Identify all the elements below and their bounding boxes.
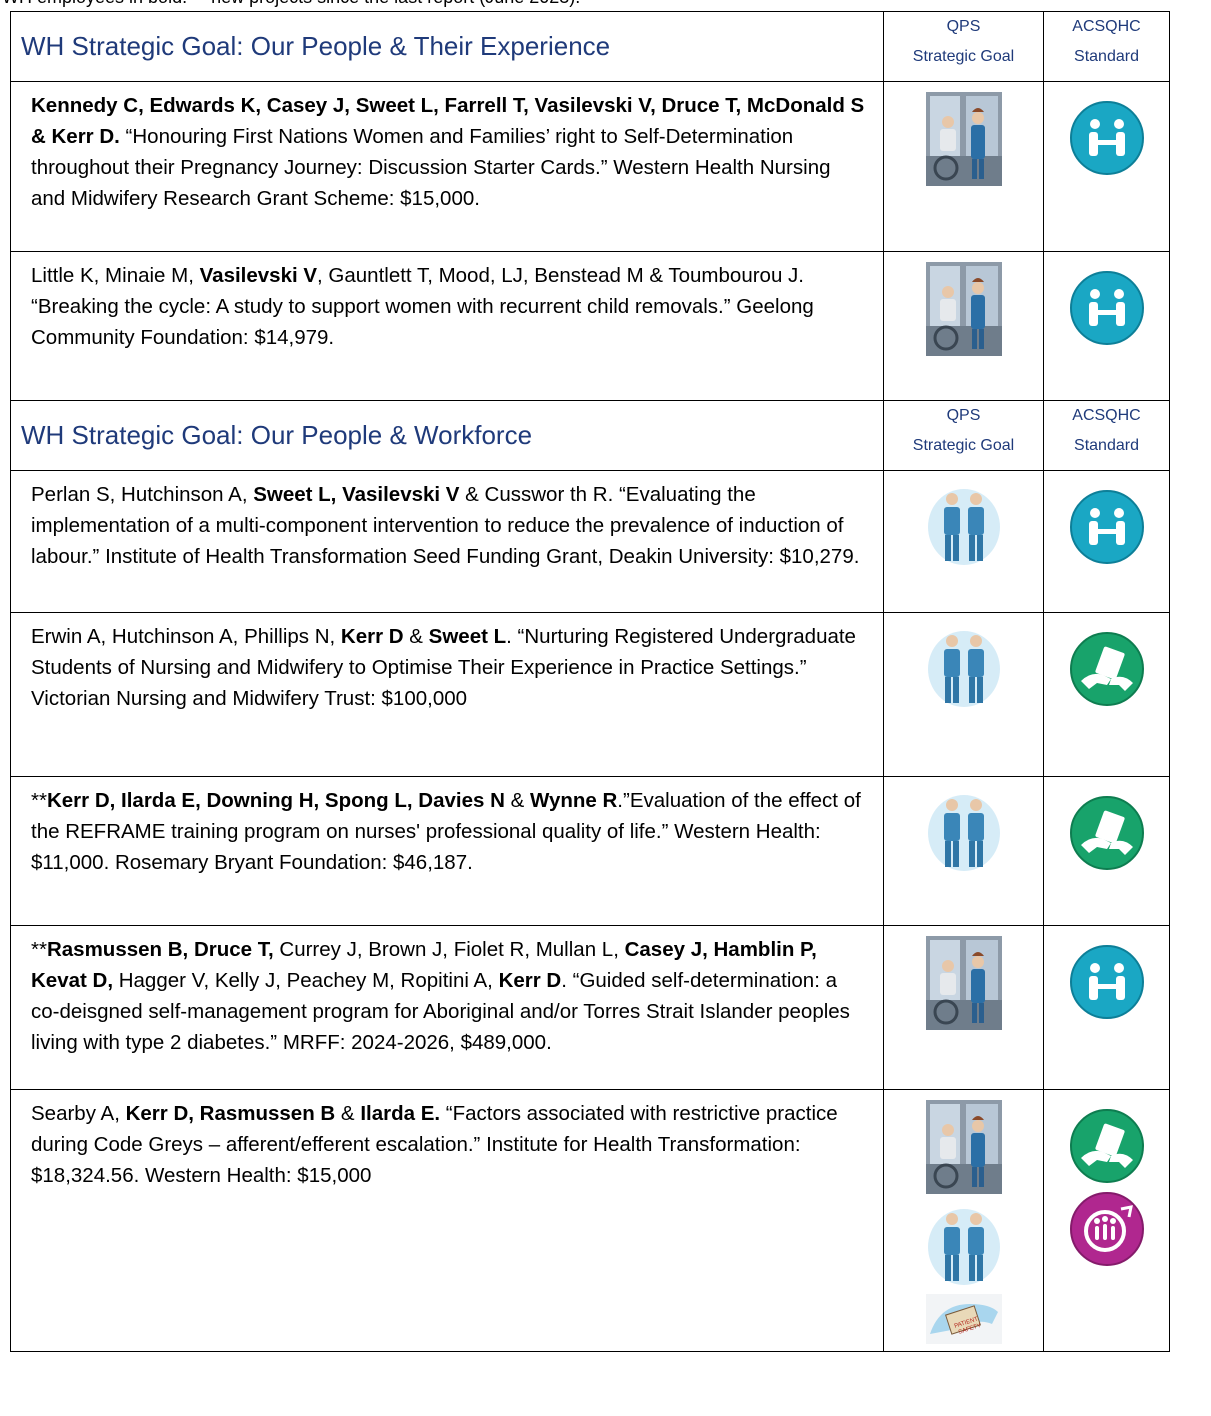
qps-goal-icons <box>883 470 1044 613</box>
qps-goal-icons <box>883 251 1044 401</box>
acsqhc-standard-icons <box>1043 470 1170 613</box>
acsqhc-standard-icons <box>1043 251 1170 401</box>
grant-row: **Kerr D, Ilarda E, Downing H, Spong L, … <box>10 776 1170 926</box>
grant-citation: **Kerr D, Ilarda E, Downing H, Spong L, … <box>10 776 884 926</box>
qps-goal-icons <box>883 81 1044 252</box>
acsqhc-standard-icons <box>1043 925 1170 1090</box>
strategic-goal-heading: WH Strategic Goal: Our People & Their Ex… <box>10 11 884 82</box>
grant-row: Kennedy C, Edwards K, Casey J, Sweet L, … <box>10 81 1170 252</box>
qps-goal-icons <box>883 776 1044 926</box>
patient-safety-glove-icon: PATIENT SAFETY <box>884 1294 1043 1349</box>
acsqhc-column-header: ACSQHC Standard <box>1043 11 1170 82</box>
grant-citation: Little K, Minaie M, Vasilevski V, Gauntl… <box>10 251 884 401</box>
qps-goal-icons <box>883 612 1044 777</box>
staff-icon <box>884 481 1043 572</box>
partnering-consumers-icon <box>1044 270 1169 351</box>
grant-citation: Kennedy C, Edwards K, Casey J, Sweet L, … <box>10 81 884 252</box>
intro-note: WH employees in bold. ** new projects si… <box>2 0 580 8</box>
grants-table: WH Strategic Goal: Our People & Their Ex… <box>10 11 1170 1352</box>
grant-citation: Erwin A, Hutchinson A, Phillips N, Kerr … <box>10 612 884 777</box>
grant-row: Searby A, Kerr D, Rasmussen B & Ilarda E… <box>10 1089 1170 1352</box>
clinical-governance-icon <box>1044 1108 1169 1189</box>
grant-citation: Perlan S, Hutchinson A, Sweet L, Vasilev… <box>10 470 884 613</box>
grant-row: Little K, Minaie M, Vasilevski V, Gauntl… <box>10 251 1170 401</box>
communicating-for-safety-icon <box>1044 1191 1169 1272</box>
strategic-goal-heading: WH Strategic Goal: Our People & Workforc… <box>10 400 884 471</box>
patient-wheelchair-icon <box>884 262 1043 361</box>
clinical-governance-icon <box>1044 795 1169 876</box>
grant-citation: Searby A, Kerr D, Rasmussen B & Ilarda E… <box>10 1089 884 1352</box>
partnering-consumers-icon <box>1044 489 1169 570</box>
partnering-consumers-icon <box>1044 100 1169 181</box>
qps-goal-icons <box>883 925 1044 1090</box>
qps-column-header: QPS Strategic Goal <box>883 11 1044 82</box>
patient-wheelchair-icon <box>884 92 1043 191</box>
staff-icon <box>884 1201 1043 1292</box>
grant-row: Perlan S, Hutchinson A, Sweet L, Vasilev… <box>10 470 1170 613</box>
partnering-consumers-icon <box>1044 944 1169 1025</box>
acsqhc-standard-icons <box>1043 1089 1170 1352</box>
grant-citation: **Rasmussen B, Druce T, Currey J, Brown … <box>10 925 884 1090</box>
goal-header-row: WH Strategic Goal: Our People & Workforc… <box>10 400 1170 471</box>
acsqhc-column-header: ACSQHC Standard <box>1043 400 1170 471</box>
grant-row: **Rasmussen B, Druce T, Currey J, Brown … <box>10 925 1170 1090</box>
acsqhc-standard-icons <box>1043 776 1170 926</box>
staff-icon <box>884 787 1043 878</box>
qps-goal-icons: PATIENT SAFETY <box>883 1089 1044 1352</box>
qps-column-header: QPS Strategic Goal <box>883 400 1044 471</box>
acsqhc-standard-icons <box>1043 612 1170 777</box>
patient-wheelchair-icon <box>884 936 1043 1035</box>
patient-wheelchair-icon <box>884 1100 1043 1199</box>
clinical-governance-icon <box>1044 631 1169 712</box>
acsqhc-standard-icons <box>1043 81 1170 252</box>
grant-row: Erwin A, Hutchinson A, Phillips N, Kerr … <box>10 612 1170 777</box>
goal-header-row: WH Strategic Goal: Our People & Their Ex… <box>10 11 1170 82</box>
staff-icon <box>884 623 1043 714</box>
